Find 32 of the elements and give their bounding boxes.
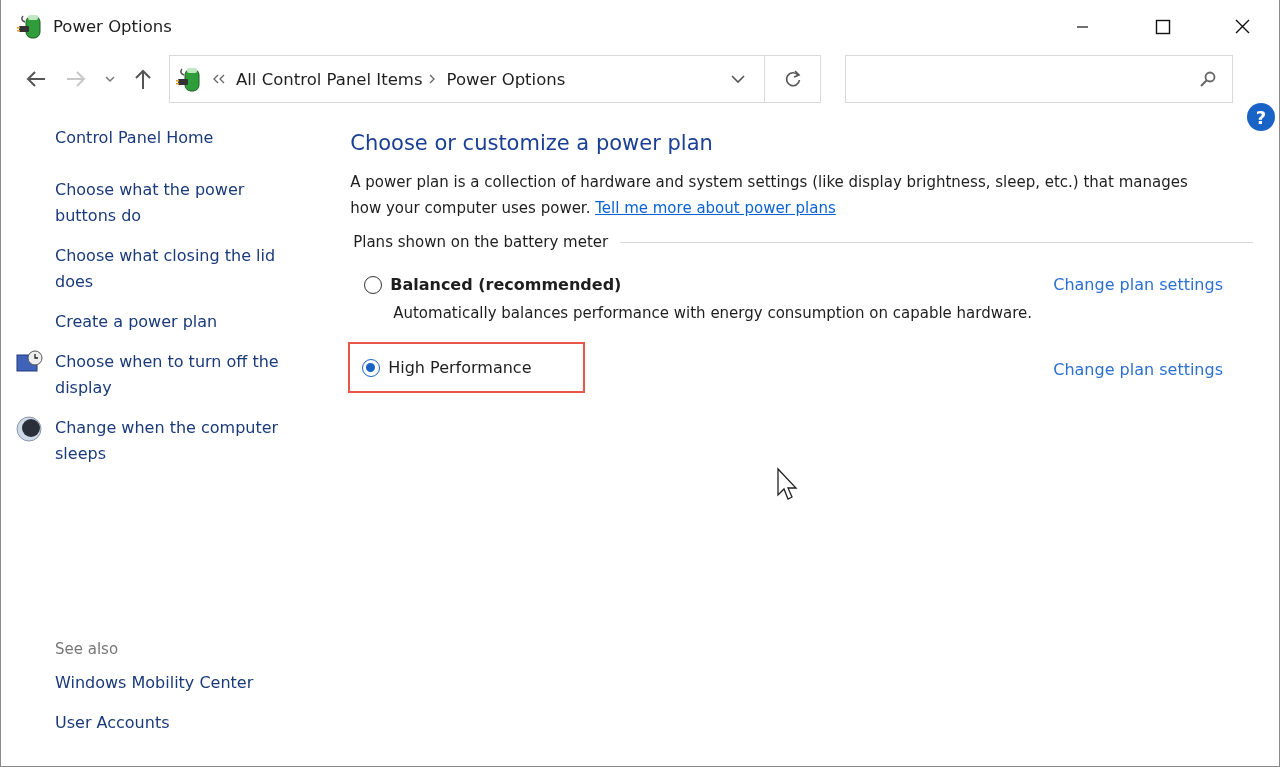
refresh-button[interactable] bbox=[765, 55, 821, 103]
help-link[interactable]: Tell me more about power plans bbox=[595, 199, 836, 217]
breadcrumb-item[interactable]: All Control Panel Items bbox=[236, 69, 423, 89]
mouse-pointer-icon bbox=[776, 467, 800, 503]
sidebar-link[interactable]: Choose what the power buttons do bbox=[55, 177, 295, 229]
address-bar[interactable]: All Control Panel Items Power Options bbox=[169, 55, 765, 103]
sidebar-link[interactable]: User Accounts bbox=[55, 710, 295, 736]
sidebar-link[interactable]: Change when the computer sleeps bbox=[55, 415, 295, 467]
chevron-double-icon bbox=[212, 73, 226, 85]
monitor-clock-icon bbox=[15, 349, 45, 375]
power-plug-icon bbox=[17, 12, 43, 40]
help-button[interactable]: ? bbox=[1247, 103, 1275, 131]
moon-icon bbox=[15, 415, 43, 443]
sidebar-link[interactable]: Control Panel Home bbox=[55, 125, 295, 151]
breadcrumb-item[interactable]: Power Options bbox=[446, 69, 566, 89]
group-label: Plans shown on the battery meter bbox=[353, 233, 609, 251]
sidebar-link[interactable]: Choose what closing the lid does bbox=[55, 243, 295, 295]
power-plug-icon bbox=[176, 65, 202, 93]
plan-settings-link[interactable]: Change plan settings bbox=[1053, 275, 1223, 294]
search-field[interactable] bbox=[845, 55, 1233, 103]
search-icon bbox=[1198, 69, 1218, 89]
sidebar-link[interactable]: Windows Mobility Center bbox=[55, 670, 295, 696]
plan-settings-link[interactable]: Change plan settings bbox=[1053, 360, 1223, 379]
see-also-heading: See also bbox=[55, 640, 120, 658]
page-heading: Choose or customize a power plan bbox=[350, 131, 714, 155]
plan-radio[interactable]: Balanced (recommended) bbox=[364, 269, 1054, 300]
window-title: Power Options bbox=[53, 16, 172, 36]
plan-description: Automatically balances performance with energy consumption on capable hardware. bbox=[393, 303, 1033, 324]
plan-radio[interactable]: High Performance bbox=[350, 344, 584, 391]
sidebar-link[interactable]: Choose when to turn off the display bbox=[55, 349, 295, 401]
sidebar-link[interactable]: Create a power plan bbox=[55, 309, 218, 335]
intro-paragraph: A power plan is a collection of hardware and system settings (like display brightness, sleep, etc.) that manages how your computer uses power. Tell me more about power plans bbox=[350, 172, 1189, 219]
